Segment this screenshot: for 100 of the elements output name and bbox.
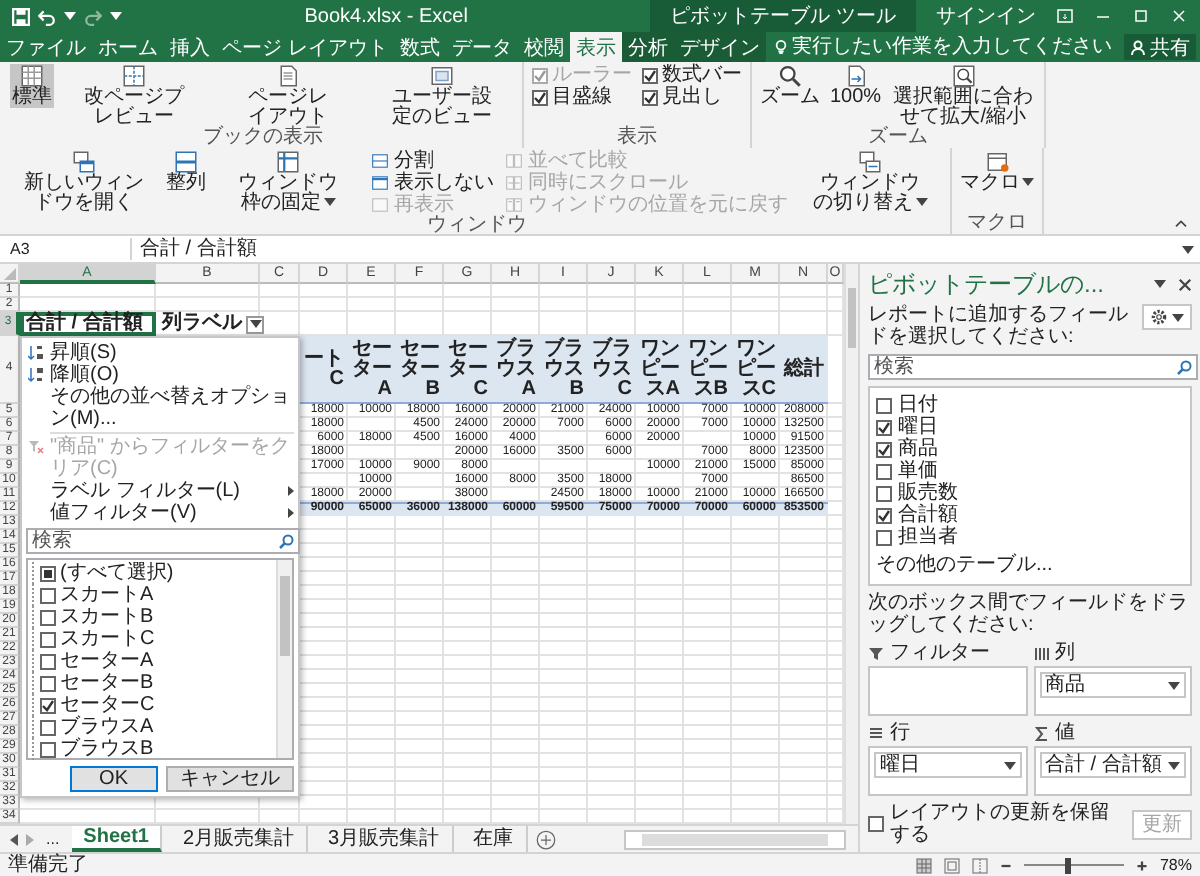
checkbox[interactable] (40, 653, 56, 669)
filter-button[interactable] (246, 315, 264, 333)
filter-option[interactable]: スカートA (32, 584, 272, 606)
checkbox[interactable] (40, 719, 56, 735)
close-icon[interactable] (1178, 277, 1192, 291)
filter-option[interactable]: セーターB (32, 672, 272, 694)
sheet-tab[interactable]: Sheet1 (71, 826, 163, 852)
normal-view-icon[interactable] (915, 857, 932, 873)
menu-item[interactable]: 降順(O) (26, 364, 294, 386)
field-option[interactable]: 合計額 (876, 504, 1184, 526)
chevron-icon[interactable] (1174, 218, 1188, 228)
ribbon-button[interactable]: ウィンドウの切り替え (796, 150, 944, 214)
search-field[interactable]: 検索 (26, 528, 300, 554)
checkbox-option[interactable]: 見出し (640, 86, 744, 108)
scroll-left-icon[interactable] (10, 833, 18, 845)
ribbon-display-icon[interactable] (1056, 8, 1074, 24)
ribbon-tab[interactable]: デザイン (673, 32, 766, 62)
ribbon-tab[interactable]: 分析 (621, 32, 674, 62)
list-scrollbar[interactable] (276, 560, 292, 758)
drop-area[interactable]: 合計 / 合計額 (1033, 746, 1192, 796)
maximize-icon[interactable] (1132, 8, 1150, 24)
field-option[interactable]: 曜日 (876, 416, 1184, 438)
horizontal-scrollbar[interactable] (623, 829, 846, 849)
checkbox[interactable] (40, 741, 56, 757)
ribbon-tab[interactable]: ホーム (92, 32, 164, 62)
cancel-button[interactable]: キャンセル (166, 766, 294, 792)
slider-thumb[interactable] (1065, 857, 1072, 873)
ribbon-button[interactable]: マクロ (958, 150, 1036, 194)
ribbon-button[interactable]: 改ページプレビュー (60, 64, 208, 128)
checkbox-option[interactable]: 目盛線 (530, 86, 634, 108)
field-dropdown[interactable]: 商品 (1039, 672, 1186, 698)
page-break-view-icon[interactable] (971, 857, 988, 873)
ribbon-button[interactable]: ユーザー設定のビュー (368, 64, 516, 128)
checkbox[interactable] (876, 441, 892, 457)
more-tables-link[interactable]: その他のテーブル... (876, 554, 1184, 576)
filter-option[interactable]: ブラウスA (32, 716, 272, 738)
ok-button[interactable]: OK (69, 766, 158, 792)
undo-icon[interactable] (38, 7, 56, 25)
zoom-out-icon[interactable] (999, 859, 1012, 871)
filter-option[interactable]: セーターC (32, 694, 272, 716)
checkbox[interactable] (876, 419, 892, 435)
field-option[interactable]: 担当者 (876, 526, 1184, 548)
ribbon-tab[interactable]: 数式 (393, 32, 446, 62)
checkbox[interactable] (876, 397, 892, 413)
checkbox[interactable] (876, 529, 892, 545)
ribbon-button[interactable]: ウィンドウ枠の固定 (214, 150, 362, 214)
field-option[interactable]: 販売数 (876, 482, 1184, 504)
checkbox[interactable] (40, 631, 56, 647)
filter-option[interactable]: スカートC (32, 628, 272, 650)
vertical-scrollbar[interactable] (844, 264, 858, 824)
search-field[interactable]: 検索 (868, 354, 1198, 380)
sign-in-link[interactable]: サインイン (928, 2, 1044, 30)
formula-field[interactable]: 合計 / 合計額 (140, 238, 1174, 260)
checkbox[interactable] (642, 89, 658, 105)
checkbox[interactable] (40, 675, 56, 691)
filter-option[interactable]: スカートB (32, 606, 272, 628)
add-sheet-icon[interactable] (535, 829, 556, 849)
ribbon-button[interactable]: 100% (828, 64, 884, 108)
checkbox[interactable] (532, 89, 548, 105)
ribbon-tab[interactable]: 表示 (569, 32, 622, 62)
checkbox-option[interactable]: レイアウトの更新を保留する (868, 802, 1126, 846)
menu-item[interactable]: 値フィルター(V) (26, 502, 294, 524)
checkbox[interactable] (40, 609, 56, 625)
redo-icon[interactable] (84, 7, 102, 25)
ribbon-button[interactable]: ページレイアウト (214, 64, 362, 128)
zoom-level[interactable]: 78% (1159, 855, 1192, 875)
checkbox[interactable] (876, 507, 892, 523)
ribbon-button[interactable]: 標準 (10, 64, 54, 108)
checkbox[interactable] (876, 463, 892, 479)
menu-item[interactable]: 昇順(S) (26, 342, 294, 364)
filter-option[interactable]: セーターA (32, 650, 272, 672)
more-sheets-button[interactable]: ... (42, 830, 64, 848)
ribbon-button[interactable]: 分割 (368, 150, 496, 172)
checkbox[interactable] (40, 587, 56, 603)
filter-option[interactable]: (すべて選択) (32, 562, 272, 584)
ribbon-tab[interactable]: 挿入 (164, 32, 216, 62)
share-button[interactable]: 共有 (1124, 34, 1196, 60)
ribbon-button[interactable]: 新しいウィンドウを開く (10, 150, 158, 214)
checkbox[interactable] (876, 485, 892, 501)
ribbon-button[interactable]: 選択範囲に合わせて拡大/縮小 (889, 64, 1038, 128)
checkbox[interactable] (868, 816, 884, 832)
ribbon-tab[interactable]: ファイル (0, 32, 92, 62)
checkbox[interactable] (642, 67, 658, 83)
field-option[interactable]: 単価 (876, 460, 1184, 482)
page-layout-view-icon[interactable] (943, 857, 960, 873)
ribbon-tab[interactable]: ページ レイアウト (216, 32, 394, 62)
ribbon-button[interactable]: ズーム (758, 64, 822, 108)
field-dropdown[interactable]: 曜日 (874, 752, 1021, 778)
menu-item[interactable]: その他の並べ替えオプション(M)... (26, 386, 294, 430)
ribbon-button[interactable]: 整列 (164, 150, 208, 194)
ribbon-tab[interactable]: 校閲 (517, 32, 570, 62)
checkbox-option[interactable]: 数式バー (640, 64, 744, 86)
settings-button[interactable] (1142, 304, 1192, 330)
drop-area[interactable]: 曜日 (868, 746, 1027, 796)
menu-item[interactable]: ラベル フィルター(L) (26, 480, 294, 502)
name-box[interactable]: A3 (6, 238, 132, 260)
ribbon-button[interactable]: 表示しない (368, 172, 496, 194)
ribbon-tab[interactable]: データ (445, 32, 518, 62)
filter-option[interactable]: ブラウスB (32, 738, 272, 760)
caret-icon[interactable] (1154, 280, 1166, 288)
